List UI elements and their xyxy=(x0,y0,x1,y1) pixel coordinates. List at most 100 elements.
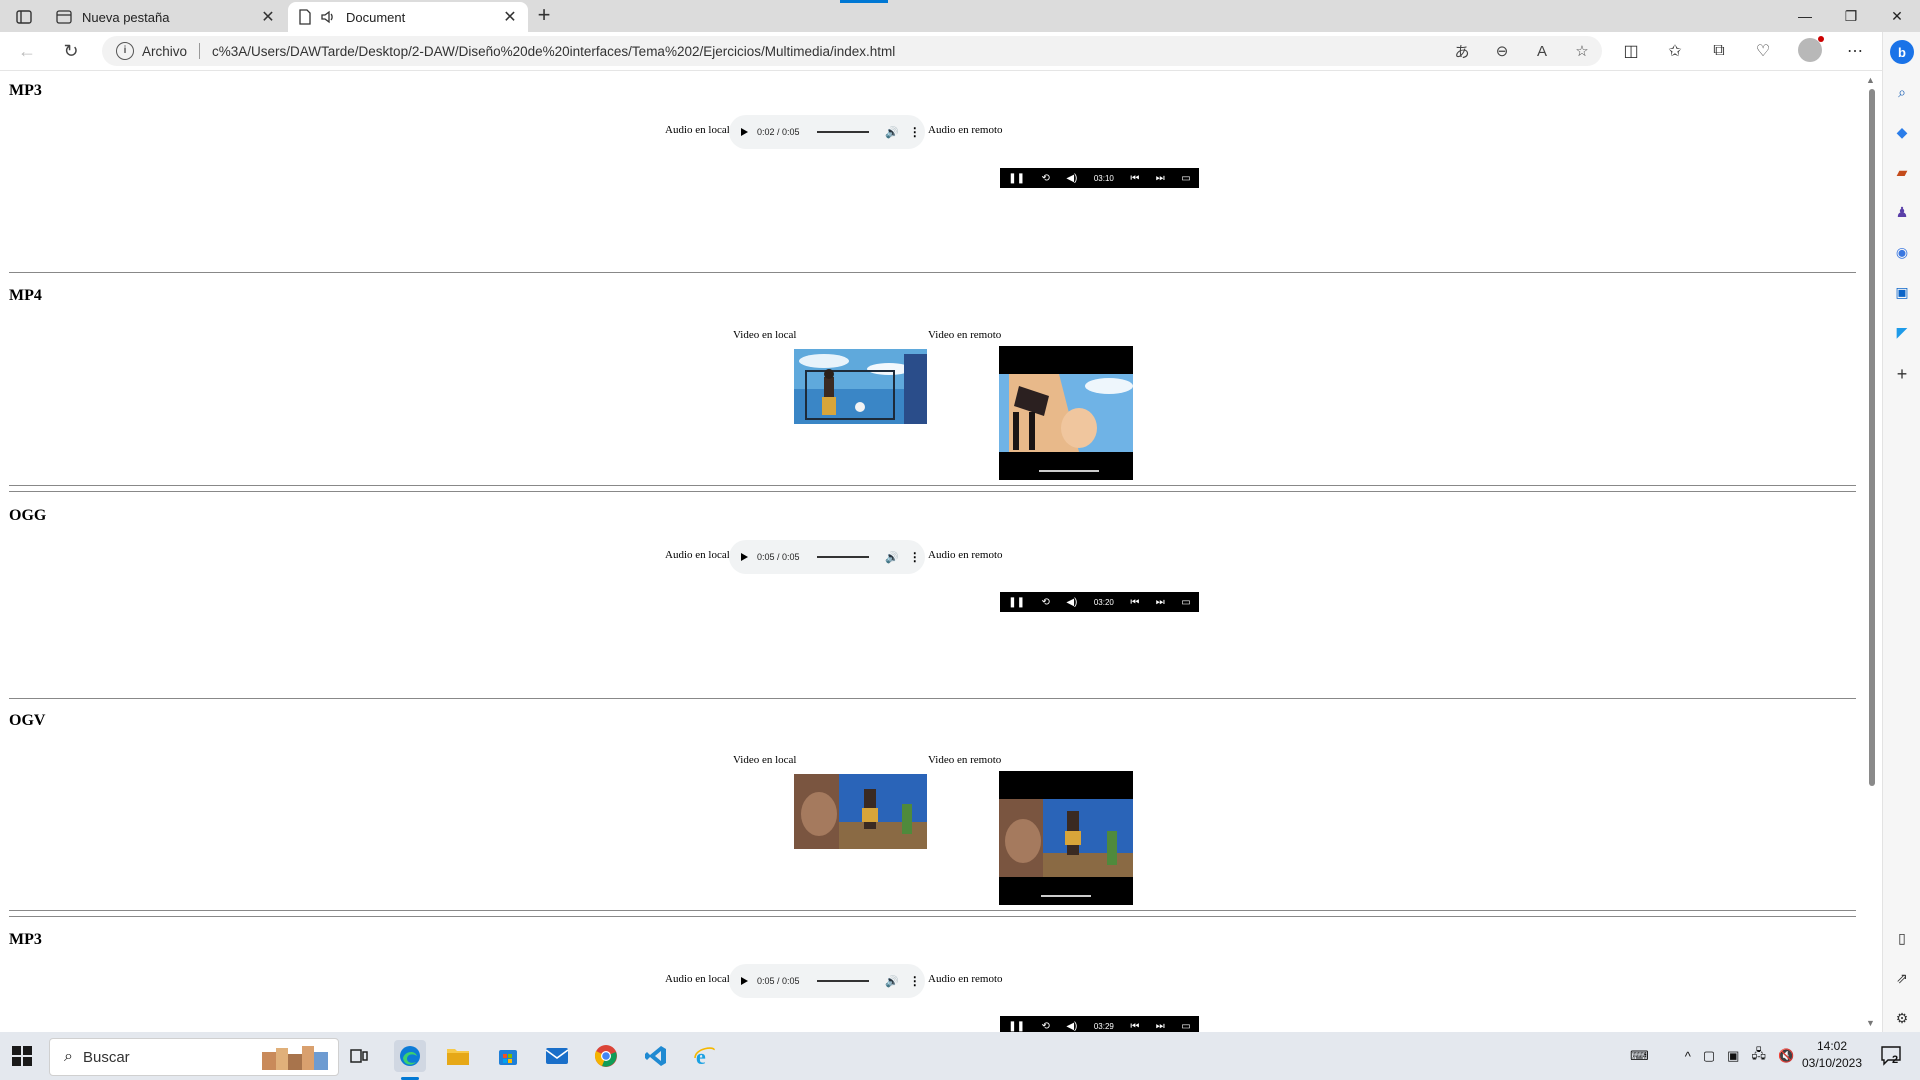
volume-icon[interactable]: ◀) xyxy=(1066,173,1077,184)
translate-icon[interactable]: あ xyxy=(1442,41,1482,62)
keyboard-layout-icon[interactable]: ⌨ xyxy=(1630,1048,1649,1064)
back-arrow-icon[interactable]: ← xyxy=(14,38,40,64)
progress-slider[interactable] xyxy=(817,556,869,558)
next-icon[interactable]: ⏭ xyxy=(1156,173,1165,184)
edge-app-icon[interactable] xyxy=(394,1040,426,1072)
tab-nueva-pestana[interactable]: Nueva pestaña ✕ xyxy=(46,2,286,32)
close-window-button[interactable]: ✕ xyxy=(1874,0,1920,32)
next-icon[interactable]: ⏭ xyxy=(1156,1021,1165,1032)
more-options-icon[interactable]: ⋮ xyxy=(909,975,921,987)
loop-icon[interactable]: ⟲ xyxy=(1041,173,1049,184)
drop-icon[interactable]: ◤ xyxy=(1892,322,1912,342)
collections-icon[interactable]: ⧉ xyxy=(1704,38,1734,64)
address-url[interactable]: c%3A/Users/DAWTarde/Desktop/2-DAW/Diseño… xyxy=(212,44,895,59)
windows-start-icon[interactable] xyxy=(12,1046,32,1066)
settings-gear-icon[interactable]: ⚙ xyxy=(1892,1008,1912,1028)
audio-player-local[interactable]: 0:02 / 0:05 🔊 ⋮ xyxy=(729,115,925,149)
refresh-icon[interactable]: ↻ xyxy=(58,38,84,64)
add-sidebar-app-icon[interactable]: + xyxy=(1892,364,1912,384)
restore-button[interactable]: ❐ xyxy=(1828,0,1874,32)
info-icon[interactable]: i xyxy=(116,42,134,60)
fullscreen-icon[interactable]: ▭ xyxy=(1181,1021,1190,1032)
favorites-icon[interactable]: ✩ xyxy=(1660,38,1690,64)
chrome-icon[interactable] xyxy=(590,1040,622,1072)
zoom-out-icon[interactable]: ⊖ xyxy=(1482,42,1522,60)
play-icon[interactable] xyxy=(741,128,748,136)
read-aloud-icon[interactable]: A xyxy=(1522,43,1562,60)
split-screen-icon[interactable]: ◫ xyxy=(1616,38,1646,64)
video-player-local[interactable] xyxy=(794,774,927,849)
scroll-down-arrow-icon[interactable]: ▼ xyxy=(1866,1018,1875,1028)
volume-icon[interactable]: 🔊 xyxy=(885,126,899,139)
fullscreen-icon[interactable]: ▭ xyxy=(1181,597,1190,608)
pause-icon[interactable]: ❚❚ xyxy=(1008,173,1025,184)
taskbar-search[interactable]: ⌕ Buscar xyxy=(49,1038,339,1076)
close-tab-icon[interactable]: ✕ xyxy=(260,7,276,27)
remote-audio-player[interactable]: ❚❚ ⟲ ◀) 03:10 ⏮ ⏭ ▭ xyxy=(1000,168,1199,188)
scroll-up-arrow-icon[interactable]: ▲ xyxy=(1866,75,1875,85)
tab-document[interactable]: Document ✕ xyxy=(288,2,528,32)
volume-icon[interactable]: 🔊 xyxy=(885,551,899,564)
audio-player-local[interactable]: 0:05 / 0:05 🔊 ⋮ xyxy=(729,964,925,998)
bing-copilot-icon[interactable]: b xyxy=(1890,40,1914,64)
browser-essentials-icon[interactable]: ♡ xyxy=(1748,38,1778,64)
previous-icon[interactable]: ⏮ xyxy=(1130,597,1139,608)
display-icon[interactable]: ▣ xyxy=(1727,1048,1739,1064)
progress-slider[interactable] xyxy=(817,131,869,133)
more-options-icon[interactable]: ⋮ xyxy=(909,126,921,138)
microsoft-365-icon[interactable]: ◉ xyxy=(1892,242,1912,262)
audio-time: 0:05 / 0:05 xyxy=(757,976,800,986)
video-player-remote[interactable] xyxy=(999,771,1133,905)
fullscreen-icon[interactable]: ▭ xyxy=(1181,173,1190,184)
loop-icon[interactable]: ⟲ xyxy=(1041,597,1049,608)
external-link-icon[interactable]: ⇗ xyxy=(1892,968,1912,988)
file-explorer-icon[interactable] xyxy=(442,1040,474,1072)
outlook-icon[interactable]: ▣ xyxy=(1892,282,1912,302)
close-tab-icon[interactable]: ✕ xyxy=(502,7,518,27)
camera-icon[interactable]: ▢ xyxy=(1703,1048,1715,1064)
volume-icon[interactable]: 🔊 xyxy=(885,975,899,988)
page-scrollbar[interactable]: ▲ ▼ xyxy=(1862,71,1882,1032)
games-icon[interactable]: ♟ xyxy=(1892,202,1912,222)
shopping-icon[interactable]: ◆ xyxy=(1892,122,1912,142)
favorite-star-icon[interactable]: ☆ xyxy=(1562,42,1602,60)
pause-icon[interactable]: ❚❚ xyxy=(1008,1021,1025,1032)
avatar[interactable] xyxy=(1798,36,1824,62)
play-icon[interactable] xyxy=(741,977,748,985)
remote-audio-player[interactable]: ❚❚ ⟲ ◀) 03:29 ⏮ ⏭ ▭ xyxy=(1000,1016,1199,1032)
audio-player-local[interactable]: 0:05 / 0:05 🔊 ⋮ xyxy=(729,540,925,574)
remote-audio-player[interactable]: ❚❚ ⟲ ◀) 03:20 ⏮ ⏭ ▭ xyxy=(1000,592,1199,612)
network-icon[interactable]: 🖧 xyxy=(1751,1045,1766,1067)
task-view-icon[interactable] xyxy=(343,1040,375,1072)
speaker-icon[interactable] xyxy=(320,10,336,24)
play-icon[interactable] xyxy=(741,553,748,561)
mail-icon[interactable] xyxy=(541,1040,573,1072)
section-heading: OGV xyxy=(9,712,46,729)
pause-icon[interactable]: ❚❚ xyxy=(1008,597,1025,608)
volume-icon[interactable]: ◀) xyxy=(1066,597,1077,608)
previous-icon[interactable]: ⏮ xyxy=(1130,1021,1139,1032)
more-options-icon[interactable]: ⋮ xyxy=(909,551,921,563)
loop-icon[interactable]: ⟲ xyxy=(1041,1021,1049,1032)
address-bar[interactable]: i Archivo c%3A/Users/DAWTarde/Desktop/2-… xyxy=(102,36,1602,66)
internet-explorer-icon[interactable]: e xyxy=(689,1040,721,1072)
minimize-button[interactable]: — xyxy=(1782,0,1828,32)
volume-icon[interactable]: ◀) xyxy=(1066,1021,1077,1032)
previous-icon[interactable]: ⏮ xyxy=(1130,173,1139,184)
sidebar-layout-icon[interactable]: ▯ xyxy=(1892,928,1912,948)
video-player-remote[interactable] xyxy=(999,346,1133,480)
scroll-thumb[interactable] xyxy=(1869,89,1875,786)
search-icon[interactable]: ⌕ xyxy=(1892,82,1912,102)
show-hidden-icons-icon[interactable]: ^ xyxy=(1685,1049,1691,1064)
new-tab-button[interactable]: + xyxy=(532,4,556,28)
tools-icon[interactable]: ▰ xyxy=(1892,162,1912,182)
taskbar-clock[interactable]: 14:02 03/10/2023 xyxy=(1792,1038,1872,1072)
notification-center-icon[interactable]: 2 xyxy=(1880,1044,1904,1068)
vscode-icon[interactable] xyxy=(640,1040,672,1072)
more-options-icon[interactable]: ⋯ xyxy=(1840,38,1870,64)
tab-actions-icon[interactable] xyxy=(12,7,36,27)
progress-slider[interactable] xyxy=(817,980,869,982)
microsoft-store-icon[interactable] xyxy=(492,1040,524,1072)
next-icon[interactable]: ⏭ xyxy=(1156,597,1165,608)
video-player-local[interactable] xyxy=(794,349,927,424)
